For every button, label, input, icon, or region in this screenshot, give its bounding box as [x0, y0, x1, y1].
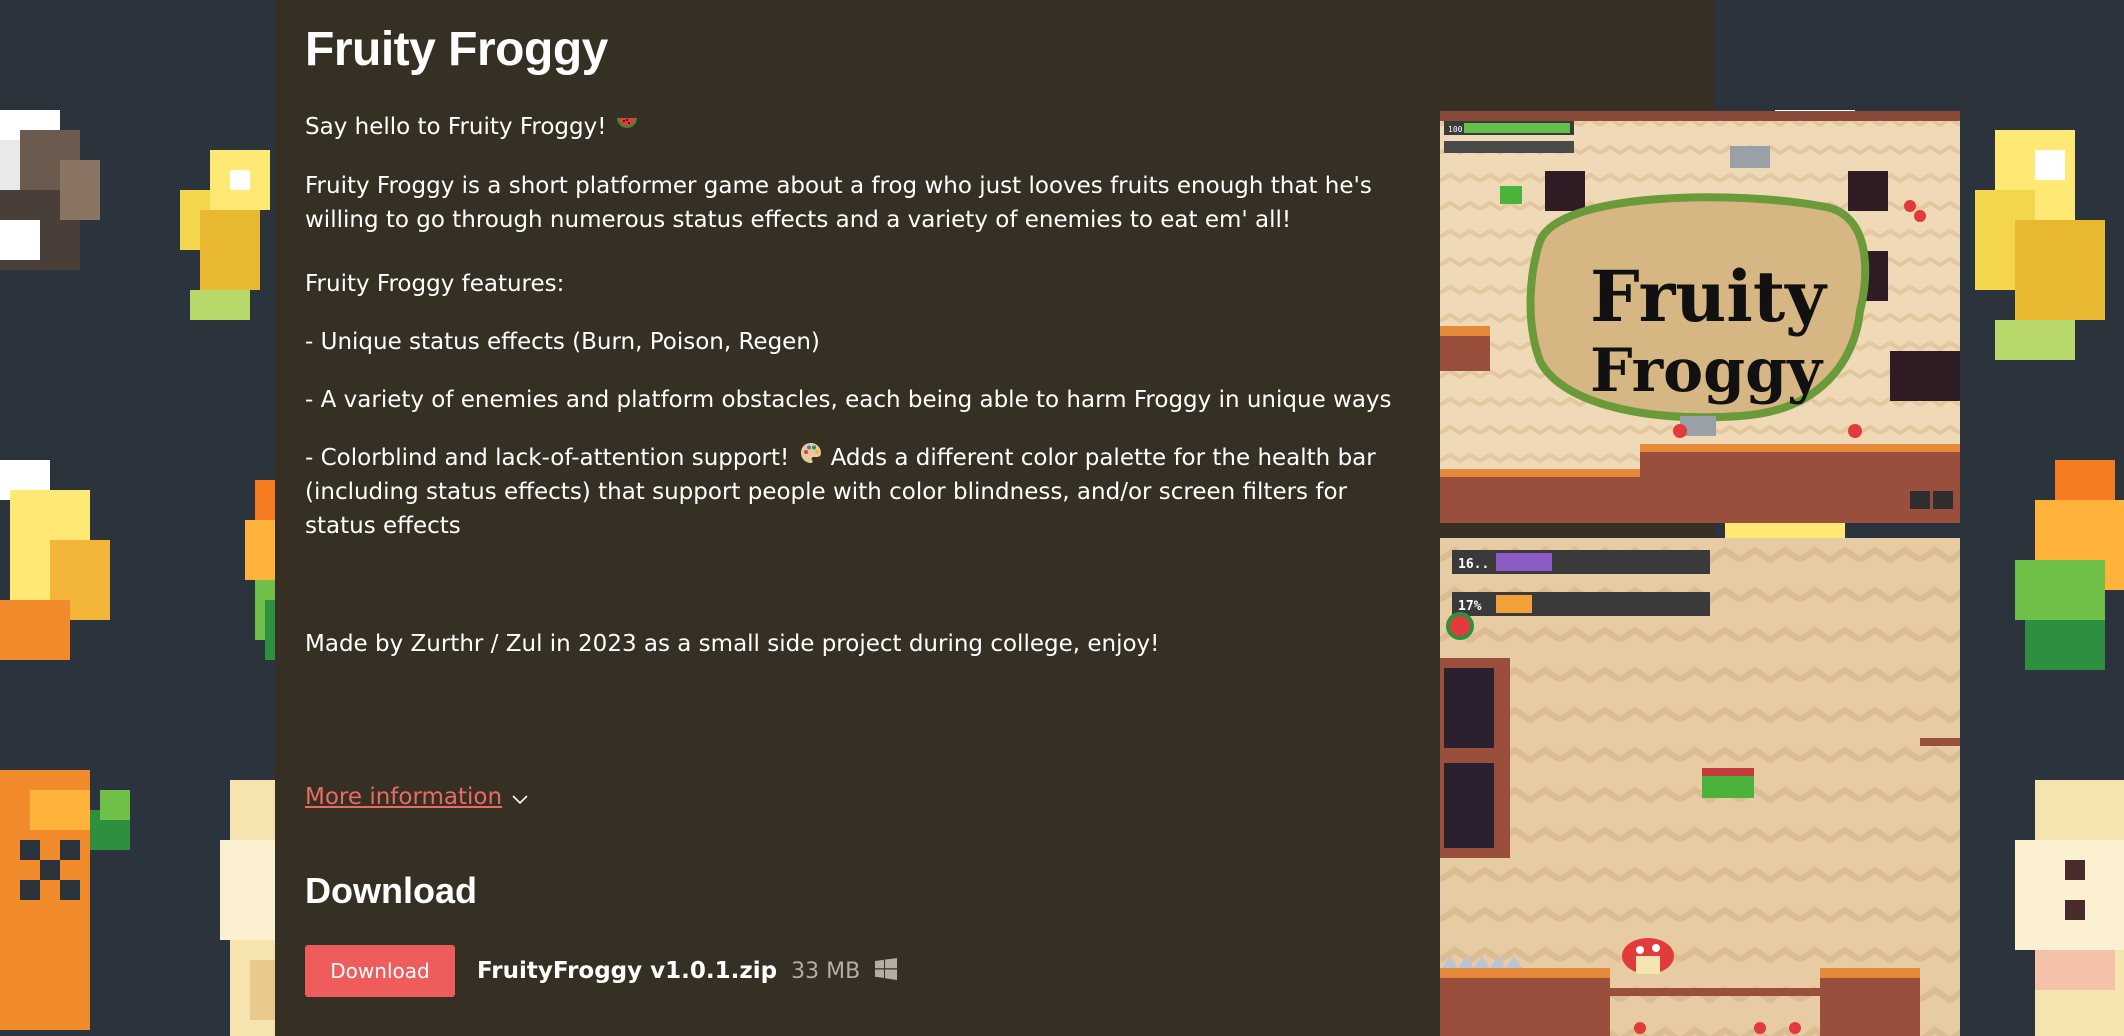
features-heading: Fruity Froggy features: [305, 270, 565, 297]
watermelon-icon [616, 111, 638, 145]
screenshot-logo-text: Fruity [1590, 255, 1828, 338]
more-information-link[interactable]: More information [305, 784, 528, 811]
feature-accessibility: - Colorblind and lack-of-attention suppo… [305, 441, 1410, 544]
windows-icon [874, 957, 898, 986]
screenshot-hud-2: 17% [1458, 599, 1482, 614]
download-row: Download FruityFroggy v1.0.1.zip 33 MB [305, 945, 898, 997]
background-art-left [0, 0, 275, 1036]
screenshot-2-image: 16.. 17% [1440, 538, 1960, 1036]
feature-status-effects: - Unique status effects (Burn, Poison, R… [305, 328, 820, 355]
download-button[interactable]: Download [305, 945, 455, 997]
game-description: Say hello to Fruity Froggy! Fruity Frogg… [305, 110, 1410, 685]
credits-text: Made by Zurthr / Zul in 2023 as a small … [305, 631, 1160, 657]
screenshot-1[interactable]: 100 Fruity Froggy [1440, 111, 1960, 523]
file-size: 33 MB [791, 958, 861, 984]
description-summary: Fruity Froggy is a short platformer game… [305, 172, 1372, 233]
fruit-pixel-pattern-left [0, 110, 275, 1036]
game-title: Fruity Froggy [305, 23, 608, 76]
file-name: FruityFroggy v1.0.1.zip [477, 958, 778, 984]
svg-text:100: 100 [1448, 125, 1463, 134]
download-heading: Download [305, 870, 477, 911]
svg-text:Froggy: Froggy [1590, 336, 1824, 406]
game-page-column: Fruity Froggy Say hello to Fruity Froggy… [275, 0, 1960, 1036]
description-intro: Say hello to Fruity Froggy! [305, 110, 1410, 145]
screenshot-hud-1: 16.. [1458, 557, 1489, 572]
palette-icon [799, 441, 823, 475]
screenshot-1-image: 100 Fruity Froggy [1440, 111, 1960, 523]
feature-enemies: - A variety of enemies and platform obst… [305, 386, 1392, 413]
chevron-down-icon [512, 785, 528, 811]
screenshot-2[interactable]: 16.. 17% [1440, 538, 1960, 1036]
